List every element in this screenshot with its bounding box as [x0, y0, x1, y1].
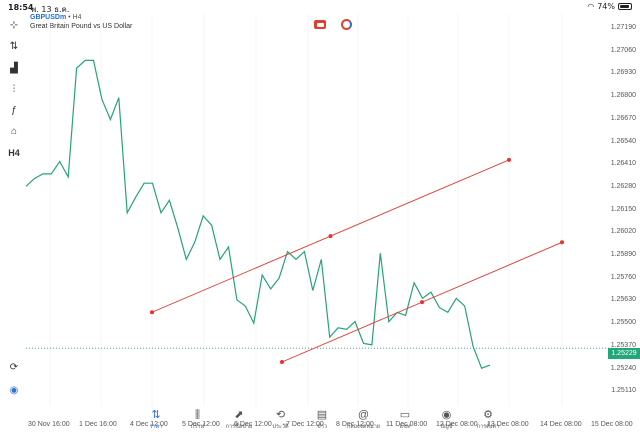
price-tick: 1.26800 [610, 92, 636, 100]
price-tick: 1.25500 [610, 319, 636, 327]
nav-chat-icon: ▭ [399, 409, 411, 421]
nav-accounts-icon: ◉ [441, 409, 452, 421]
function-icon[interactable]: ƒ [6, 102, 22, 118]
indicators-icon[interactable]: ▟ [6, 60, 22, 76]
nav-quotes-icon: ⇅ [151, 409, 161, 421]
trendline-handle [560, 240, 564, 245]
nav-news-label: ข่าว [317, 424, 327, 430]
nav-news-icon: ▤ [316, 409, 328, 421]
shapes-icon[interactable]: ⌂ [6, 123, 22, 139]
nav-settings-icon: ⚙ [483, 409, 493, 421]
nav-settings[interactable]: ⚙ การตั้งค่า [465, 408, 511, 431]
nav-accounts-label: บัญชี [440, 424, 453, 430]
nav-history[interactable]: ⟲ ประวัติ [258, 408, 304, 431]
nav-mailbox[interactable]: @ กล่องจดหมาย [341, 408, 387, 431]
time-tick: 14 Dec 08:00 [540, 421, 582, 428]
price-tick: 1.26670 [610, 114, 636, 122]
current-price-tag: 1.25229 [608, 348, 640, 359]
crosshair-icon[interactable]: ⊹ [6, 17, 22, 33]
nav-chat-label: แชท [399, 424, 411, 430]
nav-news[interactable]: ▤ ข่าว [299, 408, 345, 431]
zoom-icon[interactable]: ⟳ [6, 359, 22, 375]
price-tick: 1.27060 [610, 46, 636, 54]
trendline-handle [507, 157, 511, 162]
nav-accounts[interactable]: ◉ บัญชี [424, 408, 470, 431]
chart-type-icon[interactable]: ⇅ [6, 38, 22, 54]
wifi-icon: ◠ [587, 2, 595, 11]
nav-quotes[interactable]: ⇅ ราคา [133, 408, 179, 431]
nav-chart-icon: ⫼ [194, 409, 201, 421]
bottom-navigation: ⇅ ราคา ⫼ กราฟ ⬈ การซื้อขาย ⟲ ประวัติ ▤ ข่าว @ กล่อง… [138, 408, 508, 444]
nav-quotes-label: ราคา [149, 424, 163, 430]
nav-settings-label: การตั้งค่า [476, 424, 500, 430]
nav-trade-label: การซื้อขาย [225, 424, 253, 430]
nav-mailbox-label: กล่องจดหมาย [346, 424, 381, 430]
settings-sliders-icon[interactable]: ⫶ [6, 81, 22, 97]
battery-percent: 74% [597, 2, 615, 11]
broker-icon[interactable]: ◉ [6, 382, 22, 398]
timeframe-label[interactable]: H4 [6, 145, 22, 161]
nav-chart-label: กราฟ [190, 424, 205, 430]
price-series-line [26, 59, 491, 369]
nav-trade[interactable]: ⬈ การซื้อขาย [216, 408, 262, 431]
price-tick: 1.25630 [610, 296, 636, 304]
battery-fill [620, 5, 629, 8]
price-tick: 1.26020 [610, 228, 636, 236]
trendline-handle [150, 310, 154, 315]
trendline-handle [328, 234, 333, 239]
nav-chart[interactable]: ⫼ กราฟ [175, 408, 221, 431]
nav-history-icon: ⟲ [275, 409, 286, 421]
price-tick: 1.27190 [610, 24, 636, 31]
time-tick: 15 Dec 08:00 [591, 421, 633, 428]
price-tick: 1.25110 [611, 387, 636, 395]
price-tick: 1.25760 [610, 273, 636, 281]
price-tick: 1.26410 [610, 160, 636, 168]
nav-trade-icon: ⬈ [234, 409, 244, 421]
battery-icon [618, 3, 632, 10]
price-chart[interactable] [26, 14, 612, 406]
price-tick: 1.25890 [610, 251, 636, 258]
price-tick: 1.26930 [610, 69, 636, 77]
left-toolbar: ⊹ ⇅ ▟ ⫶ ƒ ⌂ H4 ⟳ ◉ [0, 14, 26, 404]
trendline-handle [420, 300, 424, 305]
nav-chat[interactable]: ▭ แชท [382, 408, 428, 431]
time-tick: 1 Dec 16:00 [79, 421, 117, 428]
price-tick: 1.26280 [610, 182, 636, 190]
status-right: ◠ 74% [587, 2, 632, 11]
nav-history-label: ประวัติ [272, 424, 289, 430]
price-tick: 1.25240 [610, 364, 636, 372]
trendline-handle [280, 360, 284, 365]
price-tick: 1.26540 [610, 137, 636, 145]
price-tick: 1.26150 [610, 205, 636, 213]
status-bar: 18:54 พ. 13 ธ.ค. ◠ 74% [0, 0, 640, 14]
status-time: 18:54 [8, 3, 34, 12]
time-tick: 30 Nov 16:00 [28, 421, 70, 428]
nav-mailbox-icon: @ [357, 409, 370, 421]
